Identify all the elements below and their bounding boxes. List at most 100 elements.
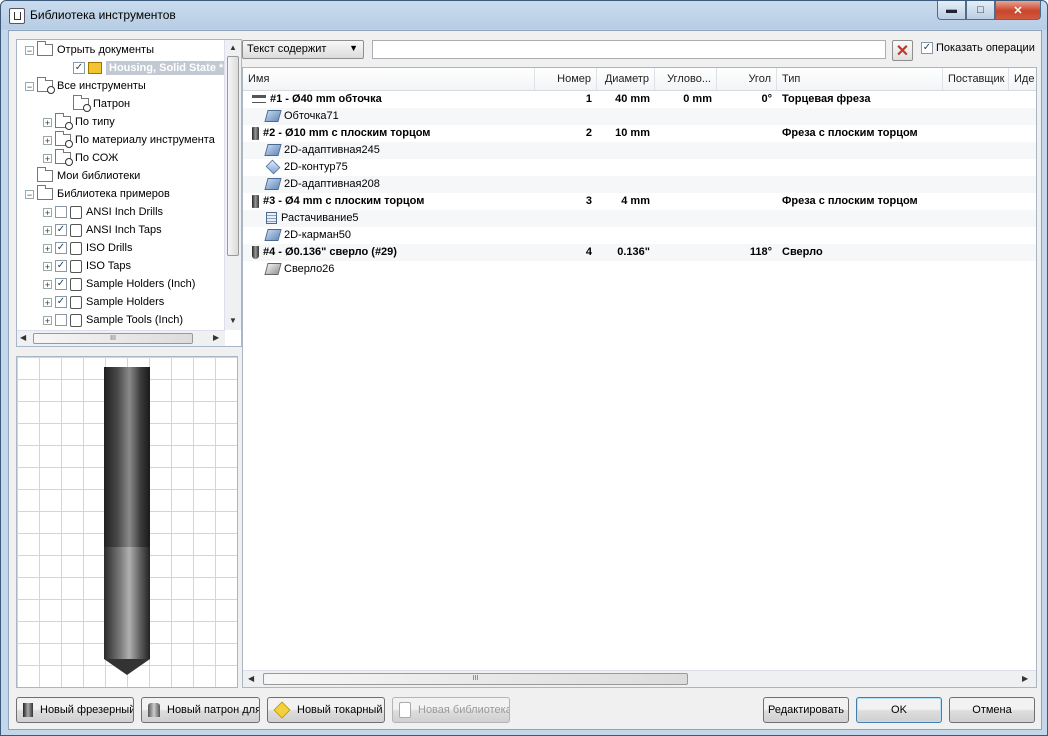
operation-row[interactable]: 2D-адаптивная208 [243,176,1036,193]
tree-item[interactable]: + По типу [43,113,115,131]
table-horizontal-scrollbar[interactable]: ◀ III ▶ [243,670,1036,687]
filter-mode-select[interactable]: Текст содержит ▼ [242,40,364,59]
collapse-icon[interactable]: − [25,189,34,199]
expand-icon[interactable]: + [43,135,52,145]
scroll-left-arrow-icon[interactable]: ◀ [20,333,26,342]
column-header[interactable]: Номер [535,68,597,90]
tree-item[interactable]: + ✓ ANSI Inch Taps [43,221,162,239]
expand-icon[interactable]: + [43,243,52,253]
operation-row[interactable]: Растачивание5 [243,210,1036,227]
tree-item[interactable]: − Все инструменты [25,77,146,95]
column-header[interactable]: Поставщик [943,68,1009,90]
tree-item-checkbox[interactable]: ✓ [55,224,67,236]
tool-library-icon [70,241,82,255]
table-hscroll-thumb[interactable]: III [263,673,688,685]
tree-item-checkbox[interactable]: ✓ [55,242,67,254]
column-header[interactable]: Углово... [655,68,717,90]
tree-item-label: Библиотека примеров [57,188,170,200]
tree-item[interactable]: + ✓ Sample Holders (Inch) [43,275,195,293]
column-header[interactable]: Иде [1009,68,1036,90]
tree-item[interactable]: + ✓ Sample Holders [43,293,164,311]
show-operations-toggle[interactable]: ✓ Показать операции [921,42,1035,54]
title-bar[interactable]: Библиотека инструментов ▬ □ ✕ [1,1,1047,30]
close-button[interactable]: ✕ [995,1,1041,20]
column-header[interactable]: Угол [717,68,777,90]
tree-item-checkbox[interactable] [55,314,67,326]
expand-icon[interactable]: + [43,315,52,325]
column-header[interactable]: Имя [243,68,535,90]
tree-item-checkbox[interactable]: ✓ [55,296,67,308]
tree-item-checkbox[interactable]: ✓ [55,278,67,290]
new-turning-button[interactable]: Новый токарный [267,697,385,723]
tree-hscroll-thumb[interactable]: III [33,333,193,344]
maximize-button[interactable]: □ [966,1,995,20]
operation-row[interactable]: 2D-адаптивная245 [243,142,1036,159]
column-header[interactable]: Диаметр [597,68,655,90]
tree-horizontal-scrollbar[interactable]: ◀ III ▶ [17,330,225,346]
expand-icon[interactable]: + [43,225,52,235]
tool-library-icon [70,313,82,327]
expand-icon[interactable]: + [43,153,52,163]
operation-row[interactable]: 2D-контур75 [243,159,1036,176]
scroll-right-arrow-icon[interactable]: ▶ [213,333,219,342]
row-name: #3 - Ø4 mm с плоским торцом [263,195,425,207]
new-holder-button[interactable]: Новый патрон для [141,697,260,723]
tree-item-label: По СОЖ [75,152,119,164]
tool-preview [16,356,238,688]
type-cell: Фреза с плоским торцом [782,127,918,139]
end-mill-icon [252,126,259,140]
tree-item[interactable]: − Библиотека примеров [25,185,170,203]
tool-row[interactable]: #4 - Ø0.136" сверло (#29) 4 0.136" 118° Свер… [243,244,1036,261]
operation-row[interactable]: 2D-карман50 [243,227,1036,244]
diameter-cell: 40 mm [615,93,650,105]
tree-item[interactable]: Патрон [61,95,130,113]
search-folder-icon [37,77,55,94]
new-mill-button[interactable]: Новый фрезерный [16,697,134,723]
collapse-icon[interactable]: − [25,81,34,91]
tree-item[interactable]: + По материалу инструмента [43,131,215,149]
angle-cell: 0° [761,93,772,105]
operation-row[interactable]: Сверло26 [243,261,1036,278]
edit-button[interactable]: Редактировать [763,697,849,723]
tool-row[interactable]: #2 - Ø10 mm с плоским торцом 2 10 mm Фреза … [243,125,1036,142]
scroll-up-arrow-icon[interactable]: ▲ [229,43,237,52]
tree-item[interactable]: ✓ Housing, Solid State * [61,59,227,77]
tree-item[interactable]: Мои библиотеки [25,167,140,185]
new-library-button[interactable]: Новая библиотека [392,697,510,723]
minimize-button[interactable]: ▬ [937,1,966,20]
scroll-down-arrow-icon[interactable]: ▼ [229,316,237,325]
tree-item[interactable]: − Отрыть документы [25,41,154,59]
tree-item[interactable]: + Sample Tools (Inch) [43,311,183,329]
expand-icon[interactable]: + [43,297,52,307]
scroll-right-arrow-icon[interactable]: ▶ [1022,674,1028,683]
adaptive-op-icon [264,178,282,191]
column-header[interactable]: Тип [777,68,943,90]
cancel-button[interactable]: Отмена [949,697,1035,723]
tree-item[interactable]: + По СОЖ [43,149,118,167]
search-input[interactable] [372,40,886,59]
scroll-left-arrow-icon[interactable]: ◀ [248,674,254,683]
operation-row[interactable]: Обточка71 [243,108,1036,125]
tree-item[interactable]: + ANSI Inch Drills [43,203,163,221]
new-holder-label: Новый патрон для [167,704,260,716]
tree-item-checkbox[interactable]: ✓ [73,62,85,74]
expand-icon[interactable]: + [43,279,52,289]
tree-item[interactable]: + ✓ ISO Drills [43,239,132,257]
folder-icon [37,185,53,200]
corner-cell [655,193,717,210]
tree-item[interactable]: + ✓ ISO Taps [43,257,131,275]
tree-item-checkbox[interactable] [55,206,67,218]
ok-button[interactable]: OK [856,697,942,723]
show-operations-checkbox[interactable]: ✓ [921,42,933,54]
tool-row[interactable]: #3 - Ø4 mm с плоским торцом 3 4 mm Фреза с … [243,193,1036,210]
tree-vertical-scrollbar[interactable]: ▲ ▼ [224,40,241,330]
expand-icon[interactable]: + [43,117,52,127]
expand-icon[interactable]: + [43,261,52,271]
tree-scroll-thumb[interactable] [227,56,239,256]
tree-item-checkbox[interactable]: ✓ [55,260,67,272]
clear-filter-button[interactable]: ✕ [892,40,913,61]
tool-row[interactable]: #1 - Ø40 mm обточка 1 40 mm 0 mm 0° Торцевая … [243,91,1036,108]
collapse-icon[interactable]: − [25,45,34,55]
library-tree[interactable]: − Отрыть документы ✓ Housing, Solid State *… [16,39,242,347]
expand-icon[interactable]: + [43,207,52,217]
